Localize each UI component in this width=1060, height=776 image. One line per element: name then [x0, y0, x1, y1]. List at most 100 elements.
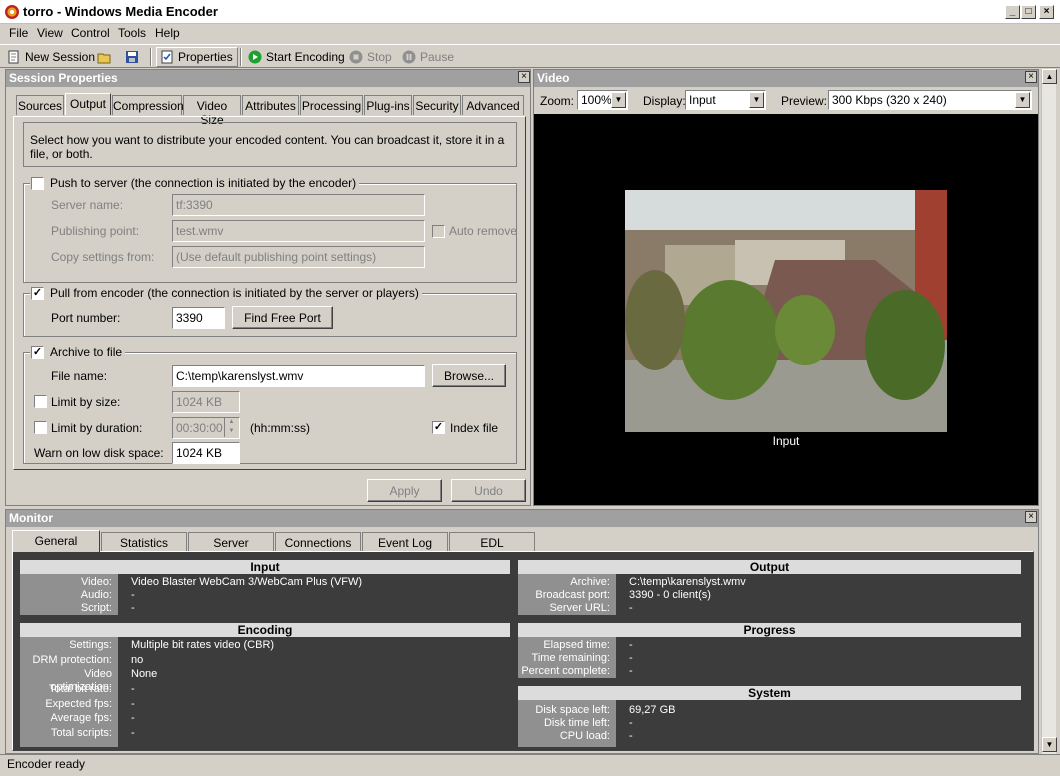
- menu-control[interactable]: Control: [71, 26, 110, 40]
- encoding-row: DRM protection: no: [20, 654, 510, 667]
- close-panel-icon[interactable]: ×: [518, 71, 530, 83]
- row-value: -: [629, 717, 633, 729]
- open-session-button[interactable]: [97, 48, 111, 66]
- tab-advanced[interactable]: Advanced: [462, 95, 524, 115]
- auto-remove-label: Auto remove: [449, 224, 518, 238]
- row-value: -: [131, 727, 135, 739]
- tab-video-size[interactable]: Video Size: [183, 95, 241, 127]
- tab-attributes[interactable]: Attributes: [242, 95, 299, 115]
- file-name-field[interactable]: C:\temp\karenslyst.wmv: [172, 365, 425, 387]
- port-number-field[interactable]: 3390: [172, 307, 225, 329]
- video-caption: Input: [772, 434, 800, 448]
- limit-size-checkbox[interactable]: [34, 395, 47, 408]
- encoding-row: Total bit rate: -: [20, 683, 510, 696]
- menu-bar: File View Control Tools Help: [0, 24, 1060, 44]
- archive-group: Archive to file ✓ File name: C:\temp\kar…: [23, 345, 517, 464]
- duration-spinner[interactable]: ▲ ▼: [224, 418, 238, 437]
- row-value: no: [131, 654, 144, 666]
- warn-disk-label: Warn on low disk space:: [34, 446, 164, 460]
- tab-processing[interactable]: Processing: [300, 95, 363, 115]
- row-value: C:\temp\karenslyst.wmv: [629, 576, 746, 588]
- chevron-down-icon: ▼: [749, 92, 764, 108]
- close-video-icon[interactable]: ×: [1025, 71, 1037, 83]
- tab-general[interactable]: General: [12, 530, 100, 552]
- copy-settings-field[interactable]: (Use default publishing point settings): [172, 246, 425, 268]
- tab-plugins[interactable]: Plug-ins: [364, 95, 412, 115]
- pause-button[interactable]: Pause: [402, 48, 454, 66]
- new-session-button[interactable]: New Session: [7, 48, 95, 66]
- scroll-up-icon[interactable]: ▲: [1042, 69, 1057, 84]
- row-key: Disk time left:: [543, 717, 610, 729]
- limit-size-field[interactable]: 1024 KB: [172, 391, 240, 413]
- close-monitor-icon[interactable]: ×: [1025, 511, 1037, 523]
- warn-disk-field[interactable]: 1024 KB: [172, 442, 240, 464]
- tab-connections[interactable]: Connections: [275, 532, 361, 552]
- maximize-button[interactable]: □: [1021, 5, 1036, 19]
- encoding-heading: Encoding: [20, 623, 510, 637]
- menu-tools[interactable]: Tools: [118, 26, 146, 40]
- output-description: Select how you want to distribute your e…: [23, 122, 517, 167]
- preview-select[interactable]: 300 Kbps (320 x 240) ▼: [828, 90, 1032, 110]
- auto-remove-checkbox[interactable]: [432, 225, 445, 238]
- output-heading: Output: [518, 560, 1021, 574]
- tab-event-log[interactable]: Event Log: [362, 532, 448, 552]
- row-key: Total scripts:: [50, 727, 112, 739]
- toolbar: New Session Properties Start Encoding St…: [0, 44, 1060, 68]
- browse-button[interactable]: Browse...: [432, 364, 506, 387]
- tab-server[interactable]: Server: [188, 532, 274, 552]
- tab-compression[interactable]: Compression: [112, 95, 184, 115]
- tab-edl[interactable]: EDL: [449, 532, 535, 552]
- encoding-section: Encoding Settings: Multiple bit rates vid…: [20, 623, 510, 747]
- zoom-select[interactable]: 100% ▼: [577, 90, 628, 110]
- vertical-scrollbar[interactable]: ▲ ▼: [1041, 69, 1057, 754]
- system-section: System Disk space left: 69,27 GB Disk tim…: [518, 686, 1021, 747]
- input-heading: Input: [20, 560, 510, 574]
- start-encoding-button[interactable]: Start Encoding: [248, 48, 345, 66]
- pause-icon: [402, 50, 416, 64]
- progress-heading: Progress: [518, 623, 1021, 637]
- index-file-checkbox[interactable]: ✓: [432, 421, 445, 434]
- server-name-field[interactable]: tf:3390: [172, 194, 425, 216]
- tab-security[interactable]: Security: [413, 95, 461, 115]
- output-row: Broadcast port: 3390 - 0 client(s): [518, 589, 1021, 602]
- limit-duration-checkbox[interactable]: [34, 421, 47, 434]
- publishing-point-field[interactable]: test.wmv: [172, 220, 425, 242]
- menu-help[interactable]: Help: [155, 26, 180, 40]
- system-heading: System: [518, 686, 1021, 700]
- row-key: Disk space left:: [535, 704, 610, 716]
- row-key: Percent complete:: [521, 665, 610, 677]
- output-row: Server URL: -: [518, 602, 1021, 615]
- find-free-port-button[interactable]: Find Free Port: [232, 306, 333, 329]
- undo-button[interactable]: Undo: [451, 479, 526, 502]
- push-checkbox[interactable]: [31, 177, 44, 190]
- tab-output[interactable]: Output: [65, 93, 111, 115]
- row-key: Total bit rate:: [49, 683, 112, 695]
- tab-statistics[interactable]: Statistics: [101, 532, 187, 552]
- publishing-point-label: Publishing point:: [51, 224, 140, 238]
- display-select[interactable]: Input ▼: [685, 90, 766, 110]
- progress-section: Progress Elapsed time: - Time remaining: -…: [518, 623, 1021, 678]
- menu-view[interactable]: View: [37, 26, 63, 40]
- row-key: Server URL:: [549, 602, 610, 614]
- archive-title: Archive to file: [30, 345, 126, 359]
- properties-button[interactable]: Properties: [156, 47, 238, 67]
- save-session-button[interactable]: [125, 48, 139, 66]
- row-key: Expected fps:: [45, 698, 112, 710]
- scroll-down-icon[interactable]: ▼: [1042, 737, 1057, 752]
- tab-sources[interactable]: Sources: [16, 95, 64, 115]
- video-toolbar: Zoom: 100% ▼ Display: Input ▼ Preview: 3…: [534, 87, 1038, 114]
- pause-label: Pause: [420, 50, 455, 64]
- menu-file[interactable]: File: [9, 26, 28, 40]
- row-value: -: [629, 730, 633, 742]
- system-row: Disk space left: 69,27 GB: [518, 704, 1021, 717]
- row-key: Elapsed time:: [543, 639, 610, 651]
- push-title: Push to server (the connection is initia…: [30, 176, 360, 190]
- close-button[interactable]: ×: [1039, 5, 1054, 19]
- index-file-label: Index file: [450, 421, 499, 435]
- archive-checkbox[interactable]: ✓: [31, 346, 44, 359]
- pull-checkbox[interactable]: ✓: [31, 287, 44, 300]
- minimize-button[interactable]: _: [1005, 5, 1020, 19]
- stop-button[interactable]: Stop: [349, 48, 392, 66]
- session-properties-panel: Session Properties × Sources Output Comp…: [5, 69, 531, 506]
- apply-button[interactable]: Apply: [367, 479, 442, 502]
